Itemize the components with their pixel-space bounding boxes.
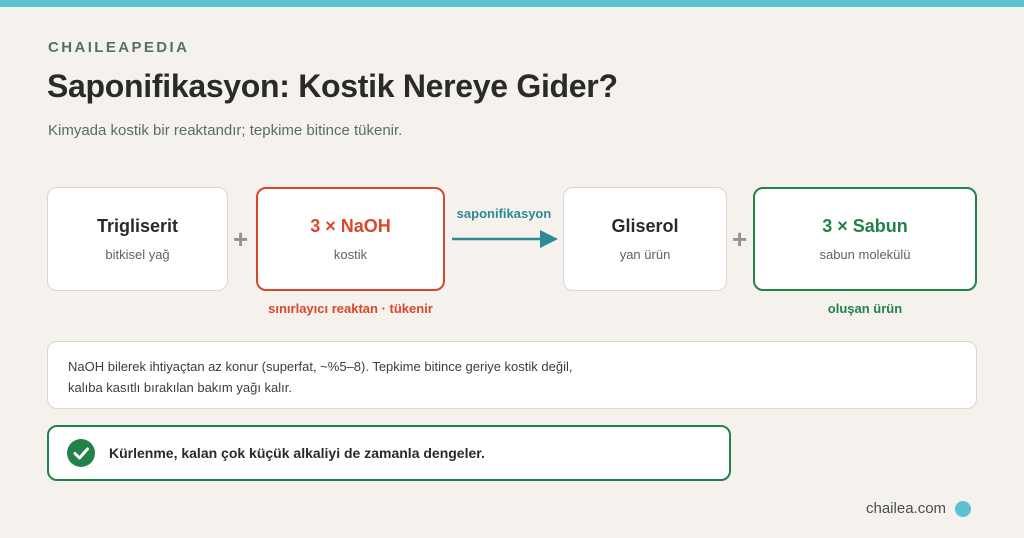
curing-callout: Kürlenme, kalan çok küçük alkaliyi de za…	[47, 425, 731, 481]
product-name: Gliserol	[611, 216, 679, 236]
product-card-glycerol: Gliserol yan ürün	[563, 187, 727, 291]
product-card-soap: 3 × Sabun sabun molekülü	[753, 187, 977, 291]
footer-site-link[interactable]: chailea.com	[866, 500, 946, 517]
reactant-description: bitkisel yağ	[105, 247, 170, 262]
brand-label: CHAILEAPEDIA	[48, 39, 190, 56]
top-accent-stripe	[0, 0, 1024, 7]
product-description: yan ürün	[619, 247, 671, 262]
product-caption: oluşan ürün	[827, 301, 903, 316]
reaction-arrow-label: saponifikasyon	[456, 206, 552, 221]
plus-sign: +	[233, 224, 249, 254]
page-title: Saponifikasyon: Kostik Nereye Gider?	[47, 68, 618, 104]
footer-dot-icon	[955, 501, 971, 517]
check-circle-icon	[67, 439, 95, 467]
note-line: NaOH bilerek ihtiyaçtan az konur (superf…	[68, 359, 573, 374]
product-description: sabun molekülü	[819, 247, 911, 262]
product-name: 3 × Sabun	[822, 216, 908, 236]
reactant-name: Trigliserit	[96, 216, 179, 236]
note-line: kalıba kasıtlı bırakılan bakım yağı kalı…	[68, 380, 292, 395]
limiting-reactant-caption: sınırlayıcı reaktan · tükenir	[268, 301, 433, 316]
reactant-description: kostik	[333, 247, 368, 262]
reaction-arrow-icon	[452, 230, 558, 248]
reactant-name: 3 × NaOH	[310, 216, 391, 236]
reactant-card-naoh: 3 × NaOH kostik	[256, 187, 445, 291]
page-subtitle: Kimyada kostik bir reaktandır; tepkime b…	[48, 122, 403, 139]
superfat-note: NaOH bilerek ihtiyaçtan az konur (superf…	[47, 341, 977, 409]
plus-sign: +	[732, 224, 748, 254]
callout-text: Kürlenme, kalan çok küçük alkaliyi de za…	[109, 445, 485, 461]
reactant-card-triglyceride: Trigliserit bitkisel yağ	[47, 187, 228, 291]
